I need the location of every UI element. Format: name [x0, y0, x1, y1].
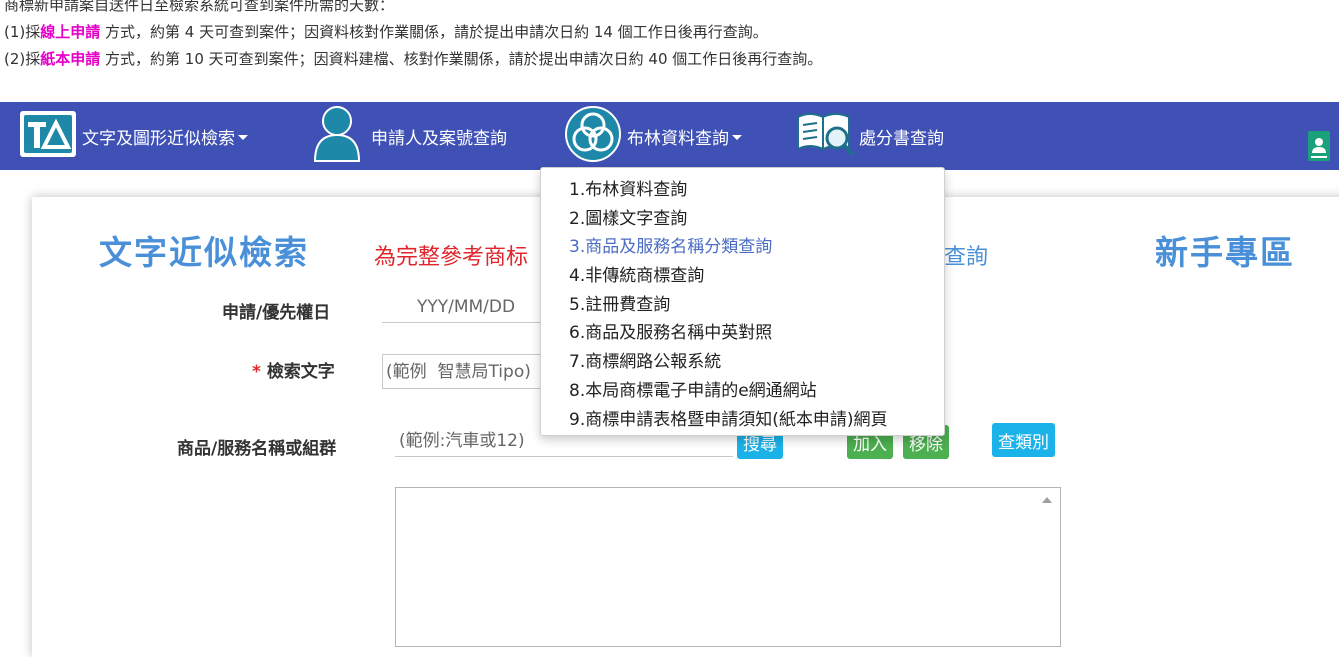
dropdown-item-fee[interactable]: 5.註冊費查詢: [541, 291, 944, 320]
venn-circles-icon: [563, 105, 623, 168]
main-navbar: 文字及圖形近似檢索 申請人及案號查詢 布林資料查詢 處分書查詢: [0, 102, 1339, 170]
chevron-down-icon: [238, 134, 248, 140]
nav-text-image-search[interactable]: 文字及圖形近似檢索: [18, 102, 248, 170]
dropdown-item-boolean[interactable]: 1.布林資料查詢: [541, 176, 944, 205]
notice-text: 商標新申請案自送件日至檢索系統可查到案件所需的天數： (1)採線上申請 方式，約…: [4, 0, 822, 73]
text-triangle-icon: [18, 109, 78, 164]
nav-applicant-case-search[interactable]: 申請人及案號查詢: [312, 102, 507, 170]
nav-boolean-search[interactable]: 布林資料查詢: [563, 102, 742, 170]
dropdown-item-e-filing[interactable]: 8.本局商標電子申請的e網通網站: [541, 377, 944, 406]
dropdown-item-goods-classification[interactable]: 3.商品及服務名稱分類查詢: [541, 233, 944, 262]
dropdown-item-nontraditional[interactable]: 4.非傳統商標查詢: [541, 262, 944, 291]
chevron-down-icon: [732, 134, 742, 140]
page-title: 文字近似檢索: [99, 233, 309, 272]
contact-card-icon[interactable]: [1307, 130, 1331, 162]
person-icon: [312, 105, 362, 168]
boolean-search-dropdown: 1.布林資料查詢 2.圖樣文字查詢 3.商品及服務名稱分類查詢 4.非傳統商標查…: [540, 167, 945, 436]
lookup-classes-button[interactable]: 查類別: [992, 423, 1055, 457]
goods-services-label: 商品/服務名稱或組群: [177, 439, 337, 459]
dropdown-item-gazette[interactable]: 7.商標網路公報系統: [541, 348, 944, 377]
reference-notice: 為完整參考商标: [374, 245, 529, 270]
date-input[interactable]: [382, 292, 550, 323]
online-application-highlight: 線上申請: [40, 23, 101, 41]
dropdown-item-design-text[interactable]: 2.圖樣文字查詢: [541, 205, 944, 234]
dropdown-item-goods-english[interactable]: 6.商品及服務名稱中英對照: [541, 319, 944, 348]
notice-line-1: (1)採線上申請 方式，約第 4 天可查到案件；因資料核對作業關係，請於提出申請…: [4, 23, 768, 41]
dropdown-item-forms[interactable]: 9.商標申請表格暨申請須知(紙本申請)網頁: [541, 406, 944, 435]
nav-decision-search[interactable]: 處分書查詢: [795, 102, 944, 170]
paper-application-highlight: 紙本申請: [40, 50, 101, 68]
newbie-zone-link[interactable]: 新手專區: [1155, 226, 1295, 274]
notice-line-2: (2)採紙本申請 方式，約第 10 天可查到案件；因資料建檔、核對作業關係，請於…: [4, 50, 823, 68]
scroll-up-arrow-icon[interactable]: [1042, 497, 1052, 503]
notice-line-0: 商標新申請案自送件日至檢索系統可查到案件所需的天數：: [4, 0, 395, 14]
date-label: 申請/優先權日: [222, 303, 331, 323]
search-text-label: * 檢索文字: [252, 362, 335, 382]
selected-goods-list[interactable]: [395, 487, 1061, 647]
reference-notice-tail[interactable]: 查詢: [944, 239, 988, 271]
search-text-input[interactable]: [382, 354, 542, 389]
book-magnifier-icon: [795, 109, 857, 164]
required-marker: *: [252, 362, 261, 382]
